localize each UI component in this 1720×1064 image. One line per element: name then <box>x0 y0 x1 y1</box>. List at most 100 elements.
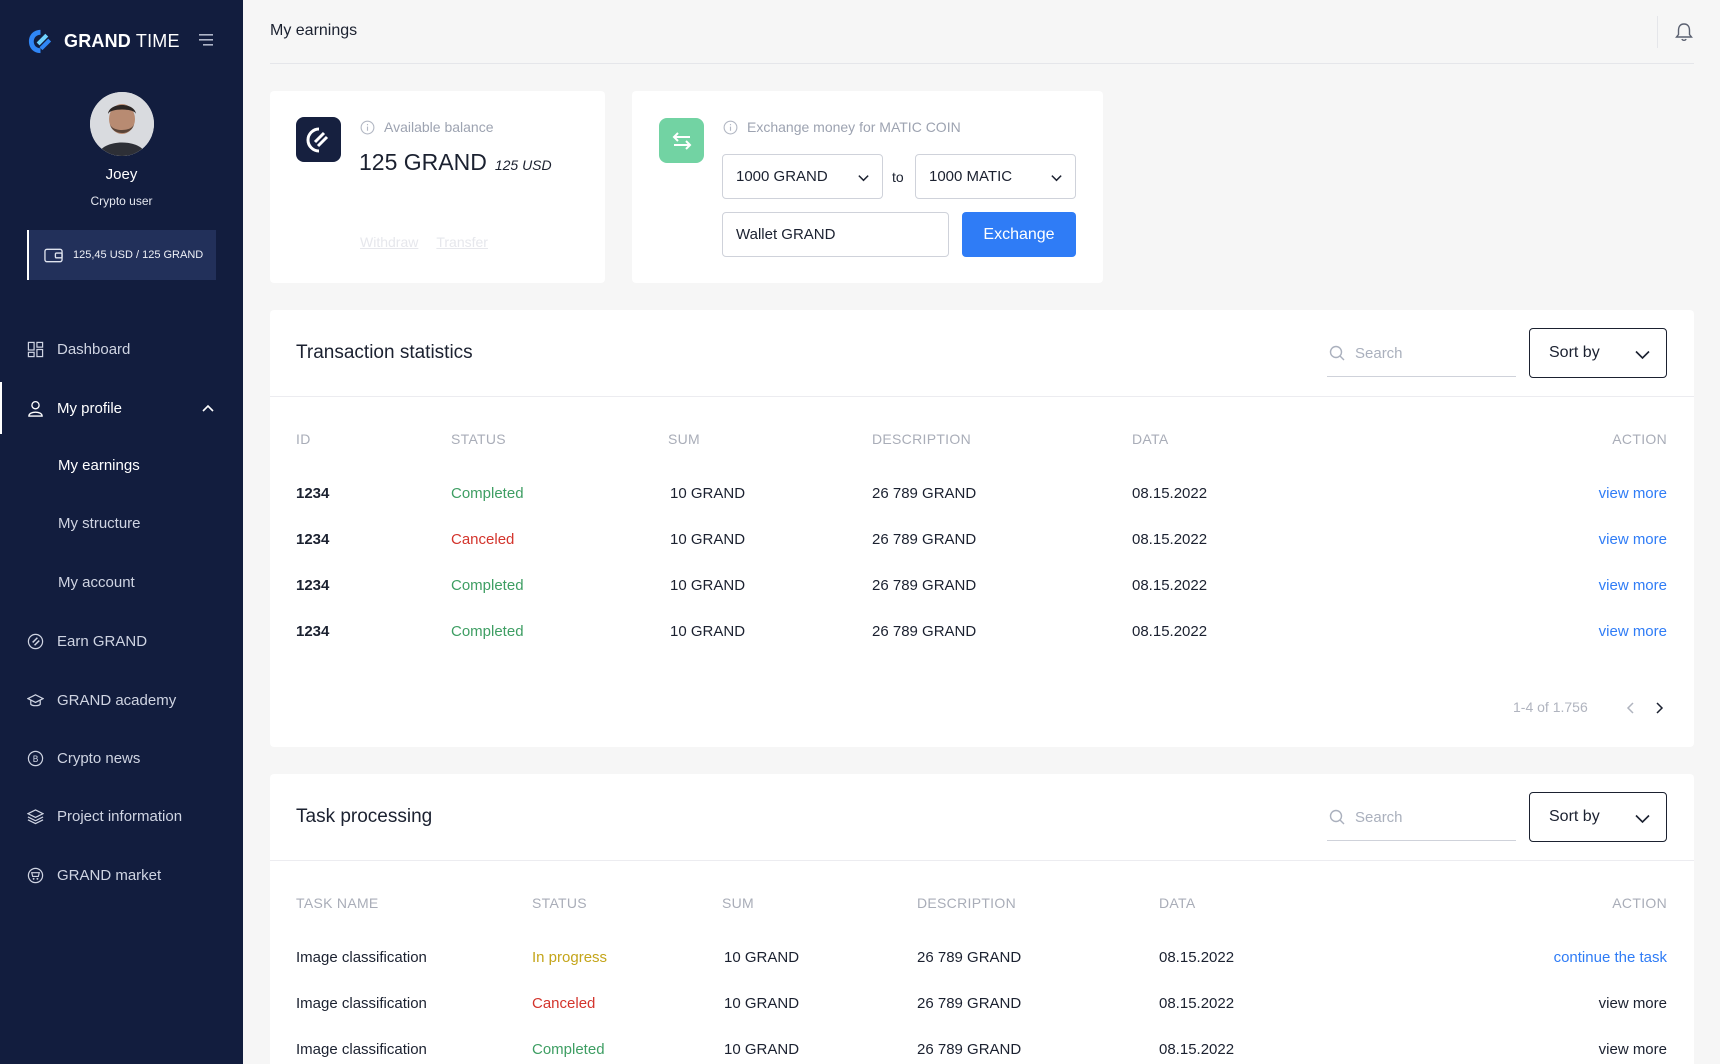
table-cell-date: 08.15.2022 <box>1132 577 1208 594</box>
table-cell-id: 1234 <box>296 485 330 502</box>
view-more-link[interactable]: view more <box>1520 623 1667 640</box>
to-label: to <box>892 169 904 185</box>
withdraw-link[interactable]: Withdraw <box>360 234 418 250</box>
view-more-link[interactable]: view more <box>1520 577 1667 594</box>
status-badge: Completed <box>451 577 524 594</box>
continue-task-link[interactable]: continue the task <box>1470 949 1667 966</box>
table-cell-description: 26 789 GRAND <box>872 623 977 640</box>
exchange-from-select[interactable]: 1000 GRAND <box>722 154 883 199</box>
table-cell-sum: 10 GRAND <box>724 995 800 1012</box>
task-processing-panel: Task processing Search Sort by TASK NAME… <box>270 774 1694 1064</box>
chevron-down-icon <box>858 175 869 182</box>
info-icon[interactable] <box>723 120 738 135</box>
sidebar-item-dashboard[interactable]: Dashboard <box>0 323 243 375</box>
view-more-link[interactable]: view more <box>1470 995 1667 1012</box>
wallet-field[interactable]: Wallet GRAND <box>722 212 949 257</box>
chevron-down-icon <box>1635 814 1650 824</box>
view-more-link[interactable]: view more <box>1520 531 1667 548</box>
view-more-link[interactable]: view more <box>1520 485 1667 502</box>
avatar[interactable] <box>90 92 154 156</box>
table-cell-sum: 10 GRAND <box>670 531 746 548</box>
market-coin-icon <box>27 867 44 883</box>
user-role: Crypto user <box>90 194 153 208</box>
table-cell-description: 26 789 GRAND <box>872 577 977 594</box>
sidebar: GRAND TIME Joey Crypto user 125,45 USD /… <box>0 0 243 1064</box>
column-header-id: ID <box>296 431 311 447</box>
status-badge: Completed <box>451 485 524 502</box>
table-cell-sum: 10 GRAND <box>670 623 746 640</box>
chevron-right-icon[interactable] <box>1653 702 1665 714</box>
search-input[interactable]: Search <box>1327 330 1516 377</box>
exchange-card: Exchange money for MATIC COIN 1000 GRAND… <box>632 91 1103 283</box>
sidebar-item-label: Crypto news <box>57 749 141 767</box>
chevron-down-icon <box>1051 175 1062 182</box>
panel-title: Transaction statistics <box>296 342 473 363</box>
chevron-up-icon[interactable] <box>201 401 215 415</box>
search-icon <box>1329 345 1345 361</box>
table-cell-task-name: Image classification <box>296 949 427 966</box>
exchange-tile <box>659 118 704 163</box>
table-cell-sum: 10 GRAND <box>724 1041 800 1058</box>
view-more-link[interactable]: view more <box>1470 1041 1667 1058</box>
grand-logo-icon <box>305 127 328 152</box>
column-header-task-name: TASK NAME <box>296 895 379 911</box>
table-cell-task-name: Image classification <box>296 1041 427 1058</box>
bitcoin-icon: B <box>27 750 44 766</box>
grand-coin-icon <box>27 633 44 649</box>
sidebar-subitem-my-structure[interactable]: My structure <box>58 515 141 532</box>
sidebar-item-earn-grand[interactable]: Earn GRAND <box>0 615 243 667</box>
balance-amount: 125 GRAND 125 USD <box>359 149 552 176</box>
panel-header: Transaction statistics Search Sort by <box>270 310 1694 397</box>
transfer-link[interactable]: Transfer <box>436 234 488 250</box>
sidebar-subitem-my-earnings[interactable]: My earnings <box>58 457 140 474</box>
table-cell-date: 08.15.2022 <box>1132 531 1208 548</box>
exchange-button[interactable]: Exchange <box>962 212 1076 257</box>
sort-by-dropdown[interactable]: Sort by <box>1529 328 1667 378</box>
sidebar-item-label: Project information <box>57 807 183 825</box>
column-header-sum: SUM <box>722 895 755 911</box>
column-header-description: DESCRIPTION <box>917 895 1016 911</box>
table-cell-description: 26 789 GRAND <box>917 949 1022 966</box>
chevron-down-icon <box>1635 350 1650 360</box>
table-cell-date: 08.15.2022 <box>1159 949 1235 966</box>
brand[interactable]: GRAND TIME <box>27 28 180 55</box>
info-icon[interactable] <box>360 120 375 135</box>
panel-title: Task processing <box>296 806 433 827</box>
status-badge: Completed <box>451 623 524 640</box>
column-header-data: DATA <box>1159 895 1196 911</box>
grand-logo-icon <box>28 29 52 54</box>
wallet-balance-badge[interactable]: 125,45 USD / 125 GRAND <box>27 230 216 280</box>
column-header-action: ACTION <box>1612 895 1667 911</box>
sidebar-item-crypto-news[interactable]: B Crypto news <box>0 732 243 784</box>
sidebar-item-label: GRAND academy <box>57 691 177 709</box>
balance-usd: 125 USD <box>494 157 552 173</box>
layers-icon <box>27 808 44 824</box>
bell-icon[interactable] <box>1675 22 1693 42</box>
table-cell-date: 08.15.2022 <box>1159 1041 1235 1058</box>
dashboard-icon <box>27 341 44 357</box>
brand-name: GRAND TIME <box>64 31 180 51</box>
column-header-data: DATA <box>1132 431 1169 447</box>
search-input[interactable]: Search <box>1327 794 1516 841</box>
exchange-to-select[interactable]: 1000 MATIC <box>915 154 1076 199</box>
sidebar-item-project-information[interactable]: Project information <box>0 790 243 842</box>
table-cell-date: 08.15.2022 <box>1132 623 1208 640</box>
sidebar-item-grand-market[interactable]: GRAND market <box>0 849 243 901</box>
chevron-left-icon[interactable] <box>1625 702 1637 714</box>
header-divider <box>1657 16 1658 48</box>
sidebar-item-grand-academy[interactable]: GRAND academy <box>0 674 243 726</box>
search-icon <box>1329 809 1345 825</box>
available-balance-label: Available balance <box>360 119 494 135</box>
panel-header: Task processing Search Sort by <box>270 774 1694 861</box>
table-cell-description: 26 789 GRAND <box>917 1041 1022 1058</box>
exchange-label: Exchange money for MATIC COIN <box>723 119 961 135</box>
menu-icon[interactable] <box>199 33 215 47</box>
table-cell-id: 1234 <box>296 531 330 548</box>
sidebar-item-my-profile[interactable]: My profile <box>0 382 243 434</box>
table-cell-sum: 10 GRAND <box>724 949 800 966</box>
balance-actions: Withdraw Transfer <box>360 234 488 250</box>
sidebar-subitem-my-account[interactable]: My account <box>58 574 135 591</box>
status-badge: Completed <box>532 1041 605 1058</box>
wallet-icon <box>44 248 63 263</box>
sort-by-dropdown[interactable]: Sort by <box>1529 792 1667 842</box>
